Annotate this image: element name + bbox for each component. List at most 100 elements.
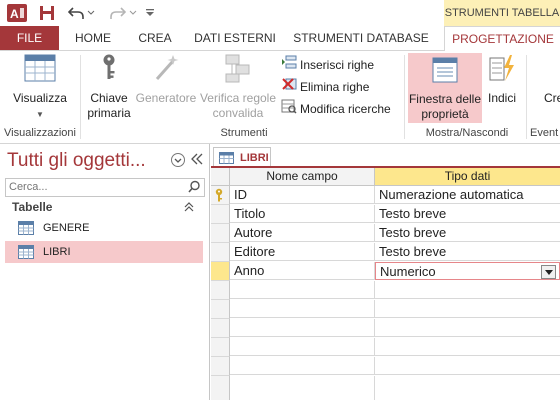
data-type-cell[interactable]: Testo breve <box>375 243 560 261</box>
ribbon: Visualizza ▼ Visualizzazioni Chiave prim… <box>0 51 560 144</box>
indexes-icon <box>484 53 520 87</box>
nav-pane-title[interactable]: Tutti gli oggetti... <box>7 150 146 172</box>
nav-menu-dropdown-icon[interactable] <box>170 152 186 171</box>
crea-label: Cre <box>544 91 560 105</box>
data-type-cell[interactable]: Numerazione automatica <box>375 186 560 204</box>
field-name-cell[interactable]: Titolo <box>230 205 375 223</box>
finestra-proprieta-button[interactable]: Finestra delle proprietà <box>408 53 482 123</box>
empty-type-cell[interactable] <box>375 281 560 299</box>
empty-type-cell[interactable] <box>375 376 560 400</box>
table-view-icon <box>8 53 72 87</box>
group-visualizzazioni: Visualizzazioni <box>4 127 76 139</box>
empty-type-cell[interactable] <box>375 319 560 337</box>
field-name-cell[interactable]: Editore <box>230 243 375 261</box>
row-selector[interactable] <box>211 205 230 224</box>
row-selector[interactable] <box>211 186 230 205</box>
header-nome-campo[interactable]: Nome campo <box>230 168 375 186</box>
create-macro-icon <box>542 53 560 87</box>
row-selector[interactable] <box>211 281 230 300</box>
row-selector[interactable] <box>211 300 230 319</box>
row-selector[interactable] <box>211 376 230 400</box>
group-mostra-nascondi: Mostra/Nascondi <box>425 127 509 139</box>
elimina-righe-button[interactable]: Elimina righe <box>281 77 369 97</box>
tab-home[interactable]: HOME <box>64 26 122 50</box>
tab-dati-esterni[interactable]: DATI ESTERNI <box>189 26 281 50</box>
property-sheet-icon <box>408 56 482 88</box>
svg-text:A: A <box>10 7 19 21</box>
undo-dropdown-icon[interactable] <box>86 3 96 23</box>
group-separator <box>80 55 81 139</box>
data-type-cell[interactable]: Testo breve <box>375 205 560 223</box>
modifica-ricerche-button[interactable]: Modifica ricerche <box>281 99 391 119</box>
field-name-cell[interactable]: Anno <box>230 262 375 280</box>
primary-key-icon <box>214 188 224 205</box>
nav-item-label: LIBRI <box>43 246 71 258</box>
collapse-section-icon[interactable] <box>184 201 194 216</box>
tab-strumenti-database[interactable]: STRUMENTI DATABASE <box>289 26 433 50</box>
empty-field-cell[interactable] <box>230 319 375 337</box>
crea-macro-button[interactable]: Cre <box>530 53 560 106</box>
magic-wand-icon <box>134 53 198 87</box>
chiave-label-1: Chiave <box>90 91 128 105</box>
tab-crea[interactable]: CREA <box>126 26 184 50</box>
field-name-cell[interactable]: ID <box>230 186 375 204</box>
row-selector[interactable] <box>211 243 230 262</box>
header-tipo-dati[interactable]: Tipo dati <box>375 168 560 186</box>
row-selector[interactable] <box>211 357 230 376</box>
inserisci-label: Inserisci righe <box>300 58 375 72</box>
inserisci-righe-button[interactable]: Inserisci righe <box>281 55 374 75</box>
group-separator <box>404 55 405 139</box>
nav-item-libri[interactable]: LIBRI <box>5 241 203 263</box>
empty-type-cell[interactable] <box>375 300 560 318</box>
data-type-select[interactable]: Numerico <box>375 262 560 280</box>
chevron-down-icon: ▼ <box>36 110 44 119</box>
verifica-regole-convalida-button[interactable]: Verifica regole convalida <box>198 53 278 121</box>
data-type-cell[interactable]: Testo breve <box>375 224 560 242</box>
empty-field-cell[interactable] <box>230 376 375 400</box>
empty-field-cell[interactable] <box>230 300 375 318</box>
finestra-label-2: proprietà <box>421 107 469 121</box>
document-tab-libri[interactable]: LIBRI <box>213 147 271 167</box>
group-strumenti: Strumenti <box>220 127 268 139</box>
nav-search-box <box>5 178 205 197</box>
row-selector-active[interactable] <box>211 262 230 281</box>
indici-label: Indici <box>487 91 516 105</box>
grid-corner <box>211 168 230 186</box>
redo-icon[interactable] <box>108 3 128 23</box>
indici-button[interactable]: Indici <box>484 53 520 106</box>
generatore-label: Generatore <box>135 91 197 105</box>
tab-file[interactable]: FILE <box>0 26 59 50</box>
empty-type-cell[interactable] <box>375 357 560 375</box>
chiave-primaria-button[interactable]: Chiave primaria <box>84 53 134 121</box>
access-logo-icon[interactable]: A <box>6 3 28 23</box>
insert-rows-icon <box>281 54 297 76</box>
shutter-bar-close-icon[interactable] <box>190 152 204 169</box>
dropdown-arrow-icon[interactable] <box>541 265 556 279</box>
search-icon[interactable] <box>188 180 201 196</box>
document-tab-label: LIBRI <box>240 151 269 164</box>
field-name-cell[interactable]: Autore <box>230 224 375 242</box>
undo-icon[interactable] <box>66 3 86 23</box>
nav-search-input[interactable] <box>6 179 187 195</box>
row-selector[interactable] <box>211 338 230 357</box>
empty-type-cell[interactable] <box>375 338 560 356</box>
customize-icon[interactable] <box>144 3 156 23</box>
tab-progettazione[interactable]: PROGETTAZIONE <box>444 26 560 51</box>
key-icon <box>84 53 134 87</box>
table-design-grid: Nome campo Tipo dati ID Numerazione auto… <box>211 168 560 400</box>
empty-field-cell[interactable] <box>230 338 375 356</box>
save-icon[interactable] <box>37 3 57 23</box>
group-eventi: Event <box>530 127 559 139</box>
row-selector[interactable] <box>211 319 230 338</box>
visualizza-button[interactable]: Visualizza ▼ <box>8 53 72 122</box>
empty-field-cell[interactable] <box>230 281 375 299</box>
generatore-button[interactable]: Generatore <box>134 53 198 106</box>
empty-field-cell[interactable] <box>230 357 375 375</box>
nav-item-label: GENERE <box>43 222 90 234</box>
nav-section-header[interactable]: Tabelle <box>12 200 52 214</box>
row-selector[interactable] <box>211 224 230 243</box>
nav-item-genere[interactable]: GENERE <box>5 217 203 239</box>
table-icon <box>18 221 34 235</box>
redo-dropdown-icon[interactable] <box>128 3 138 23</box>
verifica-label-1: Verifica regole <box>199 91 277 105</box>
